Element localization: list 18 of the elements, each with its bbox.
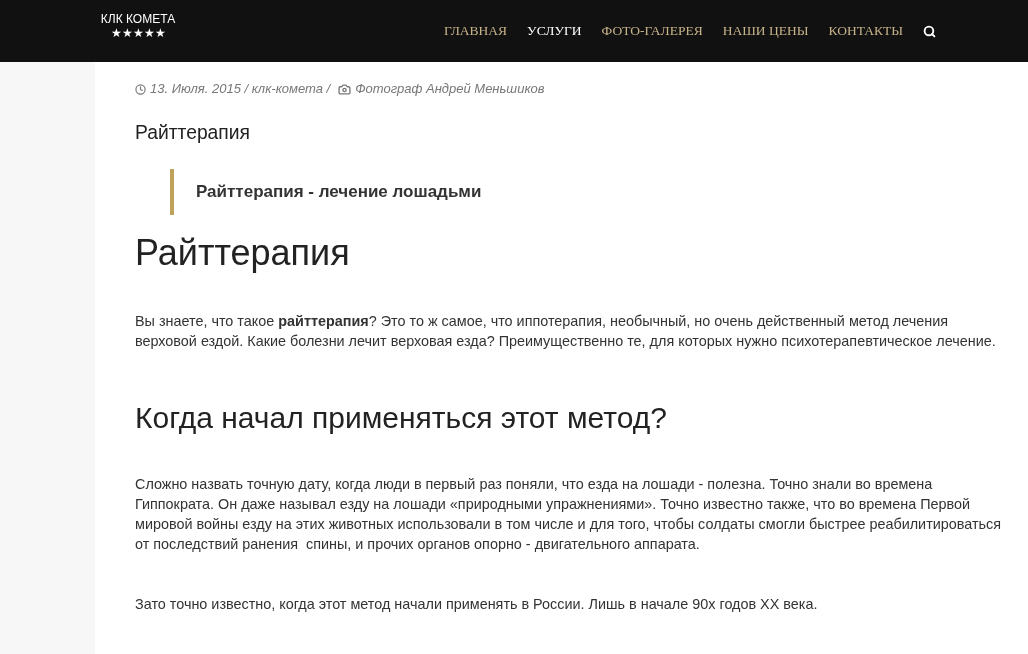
post-title: Райттерапия (135, 121, 250, 144)
search-icon[interactable] (923, 24, 936, 38)
post-author: Фотограф Андрей Меньшиков (355, 80, 545, 99)
section-heading: Когда начал применяться этот метод? (135, 400, 667, 436)
nav-link[interactable]: КОНТАКТЫ (828, 20, 903, 42)
nav-link[interactable]: УСЛУГИ (527, 20, 582, 42)
paragraph-text: Сложно назвать точную дату, когда люди в первый раз поняли, что езда на лошади - полезна. Точно знали во времена Гиппократа. Он даже называл езду на лошади «природными упражнениями». Точно известно также, что во времена Первой мировой войны езду на этих животных использовали в том числе и для того, чтобы солдаты смогли быстрее реабилитироваться от последствий ранения спины, и прочих органов опорно - двигательного аппарата. (135, 475, 1001, 554)
nav-link[interactable]: ФОТО-ГАЛЕРЕЯ (601, 20, 703, 42)
paragraph-text: Зато точно известно, когда этот метод начали применять в России. Лишь в начале 90х годов XX века. (135, 595, 819, 614)
post-date-category: 13. Июля. 2015 / клк-комета / (150, 80, 331, 99)
quote-text: Райттерапия - лечение лошадьми (196, 182, 482, 201)
paragraph-text: Вы знаете, что такое райттерапия? Это то ж самое, что иппотерапия, необычный, но очень действенный метод лечения верховой ездой. Какие болезни лечит верховая езда? Преимущественно те, для которых нужно психотерапевтическое лечение. (135, 312, 997, 351)
clock-icon (135, 83, 146, 95)
article-heading: Райттерапия (135, 233, 350, 273)
site-logo[interactable]: КЛК КОМЕТА ★★★★★ (100, 12, 176, 40)
camera-icon (338, 82, 352, 96)
nav-link[interactable]: ГЛАВНАЯ (443, 20, 508, 42)
nav-link[interactable]: НАШИ ЦЕНЫ (722, 20, 809, 42)
